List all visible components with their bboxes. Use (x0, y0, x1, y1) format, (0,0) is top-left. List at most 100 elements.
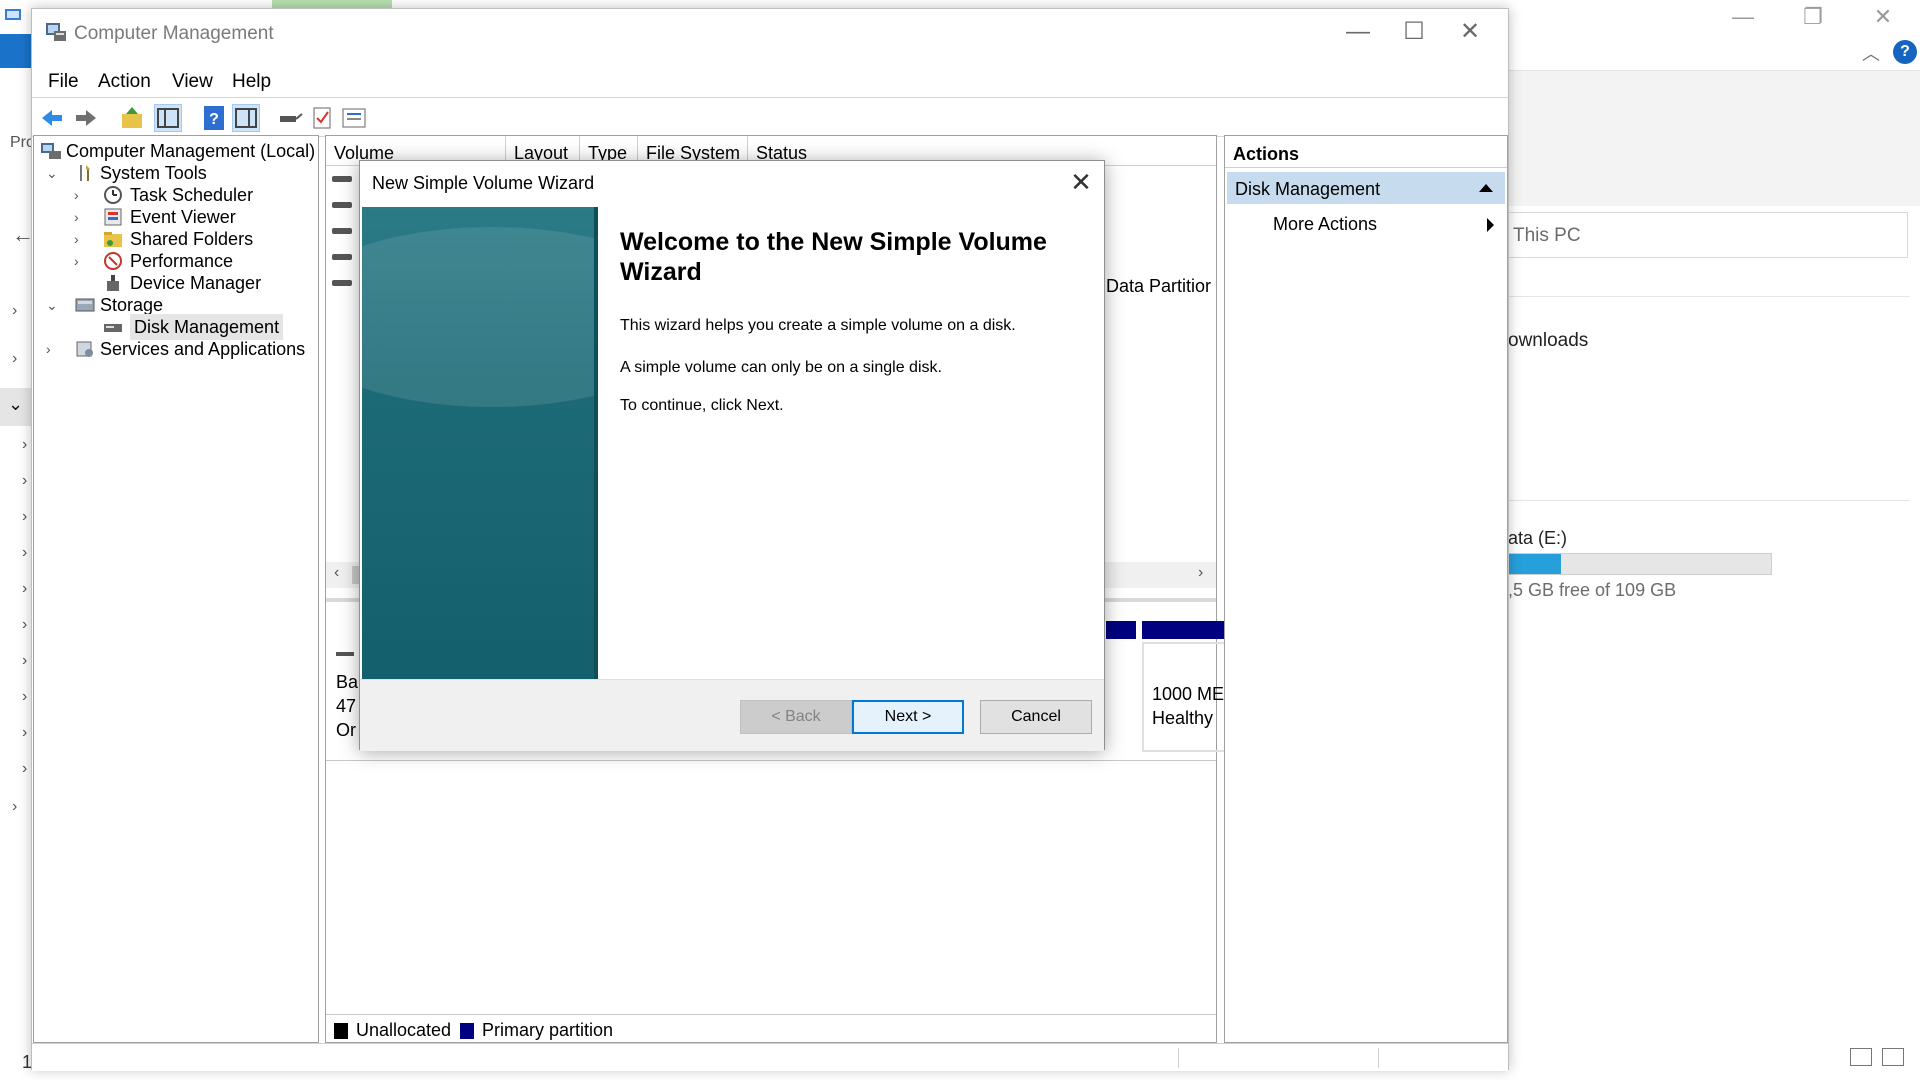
divider (1508, 500, 1910, 501)
chevron-down-icon[interactable]: ⌄ (46, 160, 60, 186)
back-button[interactable]: < Back (740, 700, 852, 734)
drive-label[interactable]: ata (E:) (1508, 528, 1567, 549)
chevron-right-icon[interactable]: › (12, 302, 17, 320)
chevron-right-icon[interactable]: › (22, 760, 27, 778)
scroll-right-icon[interactable]: › (1198, 564, 1203, 582)
device-manager-icon (107, 275, 119, 291)
actions-section-disk-management[interactable]: Disk Management (1227, 172, 1505, 204)
divider (1508, 296, 1910, 297)
next-button[interactable]: Next > (852, 700, 964, 734)
disk-info-line: 47 (336, 696, 357, 716)
properties-icon[interactable] (340, 104, 368, 132)
new-simple-volume-wizard-dialog: New Simple Volume Wizard ✕ Welcome to th… (359, 160, 1105, 751)
divider (326, 760, 1216, 761)
title-bar: Computer Management — ☐ ✕ (32, 9, 1508, 59)
legend-unallocated: Unallocated (356, 1020, 452, 1040)
partition-block[interactable]: 1000 ME Healthy (1142, 642, 1228, 752)
chevron-right-icon[interactable]: › (22, 616, 27, 634)
status-bar-segment (1178, 1048, 1179, 1068)
large-icons-view-icon[interactable] (1882, 1048, 1904, 1066)
chevron-right-icon[interactable]: › (46, 336, 60, 362)
scroll-left-icon[interactable]: ‹ (334, 564, 339, 582)
volume-icon[interactable] (332, 254, 352, 260)
chevron-right-icon[interactable]: › (12, 350, 17, 368)
disk-icon (336, 652, 354, 656)
drive-free-space: ,5 GB free of 109 GB (1508, 580, 1677, 600)
volume-status-cell: Data Partitior (1106, 276, 1212, 296)
volume-icon[interactable] (332, 228, 352, 234)
console-tree: Computer Management (Local) ⌄ System Too… (33, 135, 319, 1043)
partition-size: 1000 ME (1152, 684, 1225, 704)
chevron-right-icon[interactable]: › (22, 652, 27, 670)
disk-management-icon (104, 324, 122, 332)
close-button[interactable]: ✕ (1440, 17, 1500, 47)
address-bar-text: This PC (1513, 225, 1581, 246)
drive-usage-bar (1508, 553, 1772, 575)
disk-info-line: Or (336, 720, 356, 740)
wizard-paragraph: To continue, click Next. (620, 397, 784, 414)
cancel-button[interactable]: Cancel (980, 700, 1092, 734)
volume-icon[interactable] (332, 202, 352, 208)
actions-pane: Actions Disk Management More Actions (1224, 135, 1508, 1043)
menu-file[interactable]: File (48, 71, 79, 93)
banner-swoosh (362, 227, 598, 407)
back-arrow-icon[interactable] (38, 104, 66, 132)
volume-icon[interactable] (332, 280, 352, 286)
help-icon[interactable]: ? (1893, 40, 1917, 64)
wizard-paragraph: A simple volume can only be on a single … (620, 359, 942, 376)
chevron-right-icon[interactable]: › (22, 580, 27, 598)
help-icon[interactable]: ? (200, 104, 228, 132)
chevron-right-icon[interactable]: › (22, 688, 27, 706)
computer-management-icon (46, 23, 66, 41)
clock-icon (104, 186, 122, 204)
maximize-button[interactable]: ☐ (1384, 17, 1444, 47)
more-actions-item[interactable]: More Actions (1273, 214, 1377, 235)
collapse-triangle-icon[interactable] (1479, 184, 1493, 192)
partition-header-bar (1106, 621, 1136, 639)
window-title: Computer Management (74, 23, 274, 44)
address-bar[interactable]: This PC (1508, 212, 1908, 258)
performance-icon (104, 252, 122, 270)
menu-action[interactable]: Action (98, 71, 151, 93)
disk-info: Ba 47 Or (336, 652, 358, 742)
checklist-icon[interactable] (308, 104, 336, 132)
connect-icon[interactable] (276, 104, 304, 132)
chevron-right-icon[interactable]: › (22, 472, 27, 490)
show-hide-console-tree-button[interactable] (154, 104, 182, 132)
downloads-folder-label[interactable]: ownloads (1508, 330, 1588, 352)
show-hide-action-pane-button[interactable] (232, 104, 260, 132)
submenu-arrow-icon[interactable] (1487, 218, 1494, 232)
menu-help[interactable]: Help (232, 71, 271, 93)
wizard-paragraph: This wizard helps you create a simple vo… (620, 317, 1016, 334)
collapse-ribbon-icon[interactable]: ︿ (1862, 40, 1880, 66)
background-tab-highlight (272, 0, 392, 8)
console-tree-icon (157, 108, 179, 128)
bg-minimize-button[interactable]: — (1708, 2, 1778, 32)
dialog-title: New Simple Volume Wizard (372, 173, 595, 193)
volume-icon[interactable] (332, 176, 352, 182)
chevron-right-icon[interactable]: › (12, 798, 17, 816)
svg-text:?: ? (209, 111, 219, 128)
bg-close-button[interactable]: ✕ (1848, 2, 1918, 32)
chevron-down-icon[interactable]: ⌄ (8, 394, 23, 415)
menu-view[interactable]: View (172, 71, 213, 93)
up-folder-icon[interactable] (118, 104, 146, 132)
wizard-button-bar: < Back Next > Cancel (360, 679, 1104, 751)
background-file-tab[interactable] (0, 34, 32, 68)
chevron-right-icon[interactable]: › (22, 508, 27, 526)
bg-restore-button[interactable]: ❐ (1778, 2, 1848, 32)
partition-header-bar (1142, 621, 1228, 639)
partition-status: Healthy (1152, 708, 1214, 728)
actions-section-label: Disk Management (1235, 179, 1381, 199)
minimize-button[interactable]: — (1328, 17, 1388, 47)
chevron-right-icon[interactable]: › (22, 724, 27, 742)
forward-arrow-icon[interactable] (72, 104, 100, 132)
chevron-right-icon[interactable]: › (74, 248, 88, 274)
dialog-close-button[interactable]: ✕ (1066, 167, 1096, 197)
view-toggle-group (1850, 1048, 1914, 1072)
details-view-icon[interactable] (1850, 1048, 1872, 1066)
system-tools-icon (80, 165, 90, 181)
chevron-right-icon[interactable]: › (22, 544, 27, 562)
chevron-down-icon[interactable]: ⌄ (46, 292, 60, 318)
chevron-right-icon[interactable]: › (22, 436, 27, 454)
